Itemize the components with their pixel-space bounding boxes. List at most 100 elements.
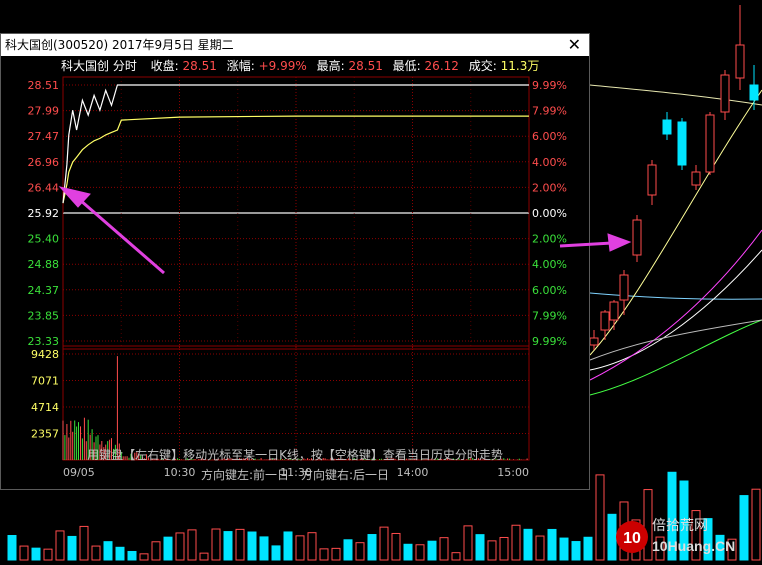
low-value: 26.12 bbox=[425, 59, 459, 73]
bg-volume-bar bbox=[115, 546, 125, 561]
intraday-chart: 科大国创 分时 收盘: 28.51 涨幅: +9.99% 最高: 28.51 最… bbox=[1, 56, 589, 489]
bg-volume-bar bbox=[295, 535, 305, 561]
bg-volume-bar bbox=[367, 534, 377, 561]
bg-volume-bar bbox=[235, 528, 245, 561]
low-label: 最低: bbox=[393, 59, 421, 73]
bg-volume-bar bbox=[103, 541, 113, 561]
bg-volume-bar bbox=[163, 536, 173, 561]
bg-volume-bar bbox=[559, 537, 569, 561]
bg-volume-bar bbox=[571, 541, 581, 561]
arrow-key-hint: 方向键左:前一日 方向键右:后一日 bbox=[200, 468, 390, 482]
price-tick-label: 28.51 bbox=[28, 79, 60, 92]
candle-body bbox=[735, 44, 745, 79]
bg-volume-bar bbox=[307, 532, 317, 561]
bg-volume-bar bbox=[355, 542, 365, 561]
change-label: 涨幅: bbox=[227, 58, 255, 73]
bg-volume-bar bbox=[19, 545, 29, 561]
volume-value: 11.3万 bbox=[501, 59, 540, 73]
ma-line bbox=[589, 84, 762, 106]
price-tick-label: 23.33 bbox=[28, 335, 60, 348]
candle-body bbox=[589, 337, 599, 346]
price-tick-label: 27.99 bbox=[28, 105, 60, 118]
candle-body bbox=[691, 171, 701, 186]
price-tick-label: 25.40 bbox=[28, 233, 60, 246]
percent-tick-label: 2.00% bbox=[532, 181, 567, 194]
bg-volume-bar bbox=[379, 526, 389, 561]
bg-volume-bar bbox=[283, 531, 293, 561]
percent-tick-label: 4.00% bbox=[532, 156, 567, 169]
bg-volume-bar bbox=[271, 545, 281, 561]
bg-volume-bar bbox=[331, 547, 341, 561]
percent-tick-label: 6.00% bbox=[532, 284, 567, 297]
volume-tick-label: 4714 bbox=[31, 401, 59, 414]
candle-body bbox=[677, 121, 687, 166]
bg-volume-bar bbox=[31, 547, 41, 561]
volume-label: 成交: bbox=[469, 58, 497, 73]
price-tick-label: 24.88 bbox=[28, 258, 60, 271]
bg-volume-bar bbox=[427, 540, 437, 561]
bg-volume-bar bbox=[523, 528, 533, 561]
popup-title: 科大国创(300520) 2017年9月5日 星期二 bbox=[5, 38, 234, 52]
bg-volume-bar bbox=[199, 552, 209, 561]
volume-tick-label: 9428 bbox=[31, 348, 59, 361]
bg-volume-bar bbox=[535, 535, 545, 561]
bg-volume-bar bbox=[259, 536, 269, 561]
high-value: 28.51 bbox=[348, 59, 382, 73]
close-icon[interactable]: ✕ bbox=[568, 34, 581, 56]
bg-volume-bar bbox=[7, 535, 17, 561]
bg-volume-bar bbox=[319, 548, 329, 561]
bg-volume-bar bbox=[43, 548, 53, 561]
bg-volume-bar bbox=[91, 545, 101, 561]
ma-line bbox=[589, 319, 762, 396]
bg-volume-bar bbox=[343, 539, 353, 561]
bg-volume-bar bbox=[223, 531, 233, 561]
watermark-en: 10Huang.CN bbox=[652, 538, 735, 554]
price-tick-label: 23.85 bbox=[28, 309, 60, 322]
bg-volume-bar bbox=[55, 530, 65, 561]
bg-volume-bar bbox=[583, 536, 593, 561]
percent-tick-label: 6.00% bbox=[532, 130, 567, 143]
bg-volume-bar bbox=[403, 543, 413, 561]
bg-volume-bar bbox=[499, 536, 509, 561]
candle-body bbox=[705, 114, 715, 173]
close-value: 28.51 bbox=[183, 59, 217, 73]
percent-tick-label: 7.99% bbox=[532, 309, 567, 322]
candle-body bbox=[619, 274, 629, 301]
price-tick-label: 25.92 bbox=[28, 207, 60, 220]
bg-volume-bar bbox=[139, 553, 149, 561]
watermark-cn: 倍拾荒网 bbox=[652, 518, 708, 534]
bg-volume-bar bbox=[175, 532, 185, 561]
candle-body bbox=[720, 74, 730, 113]
bg-volume-bar bbox=[595, 474, 605, 561]
volume-tick-label: 7071 bbox=[31, 375, 59, 388]
bg-volume-bar bbox=[511, 524, 521, 561]
bg-volume-bar bbox=[487, 540, 497, 561]
bg-volume-bar bbox=[127, 550, 137, 561]
intraday-popup-window: 科大国创(300520) 2017年9月5日 星期二 ✕ 科大国创 分时 收盘:… bbox=[0, 33, 590, 490]
candle-body bbox=[749, 84, 759, 101]
price-tick-label: 27.47 bbox=[28, 130, 60, 143]
percent-tick-label: 2.00% bbox=[532, 233, 567, 246]
candle-body bbox=[632, 219, 642, 256]
bg-volume-bar bbox=[67, 535, 77, 561]
bg-volume-bar bbox=[79, 525, 89, 561]
close-label: 收盘: bbox=[151, 58, 179, 73]
ma-line bbox=[589, 319, 762, 361]
ma-line bbox=[589, 292, 762, 300]
bg-volume-bar bbox=[151, 541, 161, 561]
popup-title-bar: 科大国创(300520) 2017年9月5日 星期二 ✕ bbox=[1, 34, 589, 56]
volume-tick-label: 2357 bbox=[31, 428, 59, 441]
stock-name: 科大国创 分时 bbox=[61, 59, 137, 73]
percent-tick-label: 9.99% bbox=[532, 79, 567, 92]
bg-volume-bar bbox=[451, 552, 461, 561]
bg-volume-bar bbox=[211, 528, 221, 561]
bg-volume-bar bbox=[439, 537, 449, 561]
candle-body bbox=[609, 301, 619, 321]
site-watermark: 10 倍拾荒网 10Huang.CN bbox=[616, 518, 735, 554]
candle-body bbox=[662, 119, 672, 135]
bg-volume-bar bbox=[247, 531, 257, 561]
candle-body bbox=[647, 164, 657, 196]
bg-volume-bar bbox=[463, 525, 473, 561]
watermark-number: 10 bbox=[623, 530, 641, 547]
percent-tick-label: 7.99% bbox=[532, 105, 567, 118]
